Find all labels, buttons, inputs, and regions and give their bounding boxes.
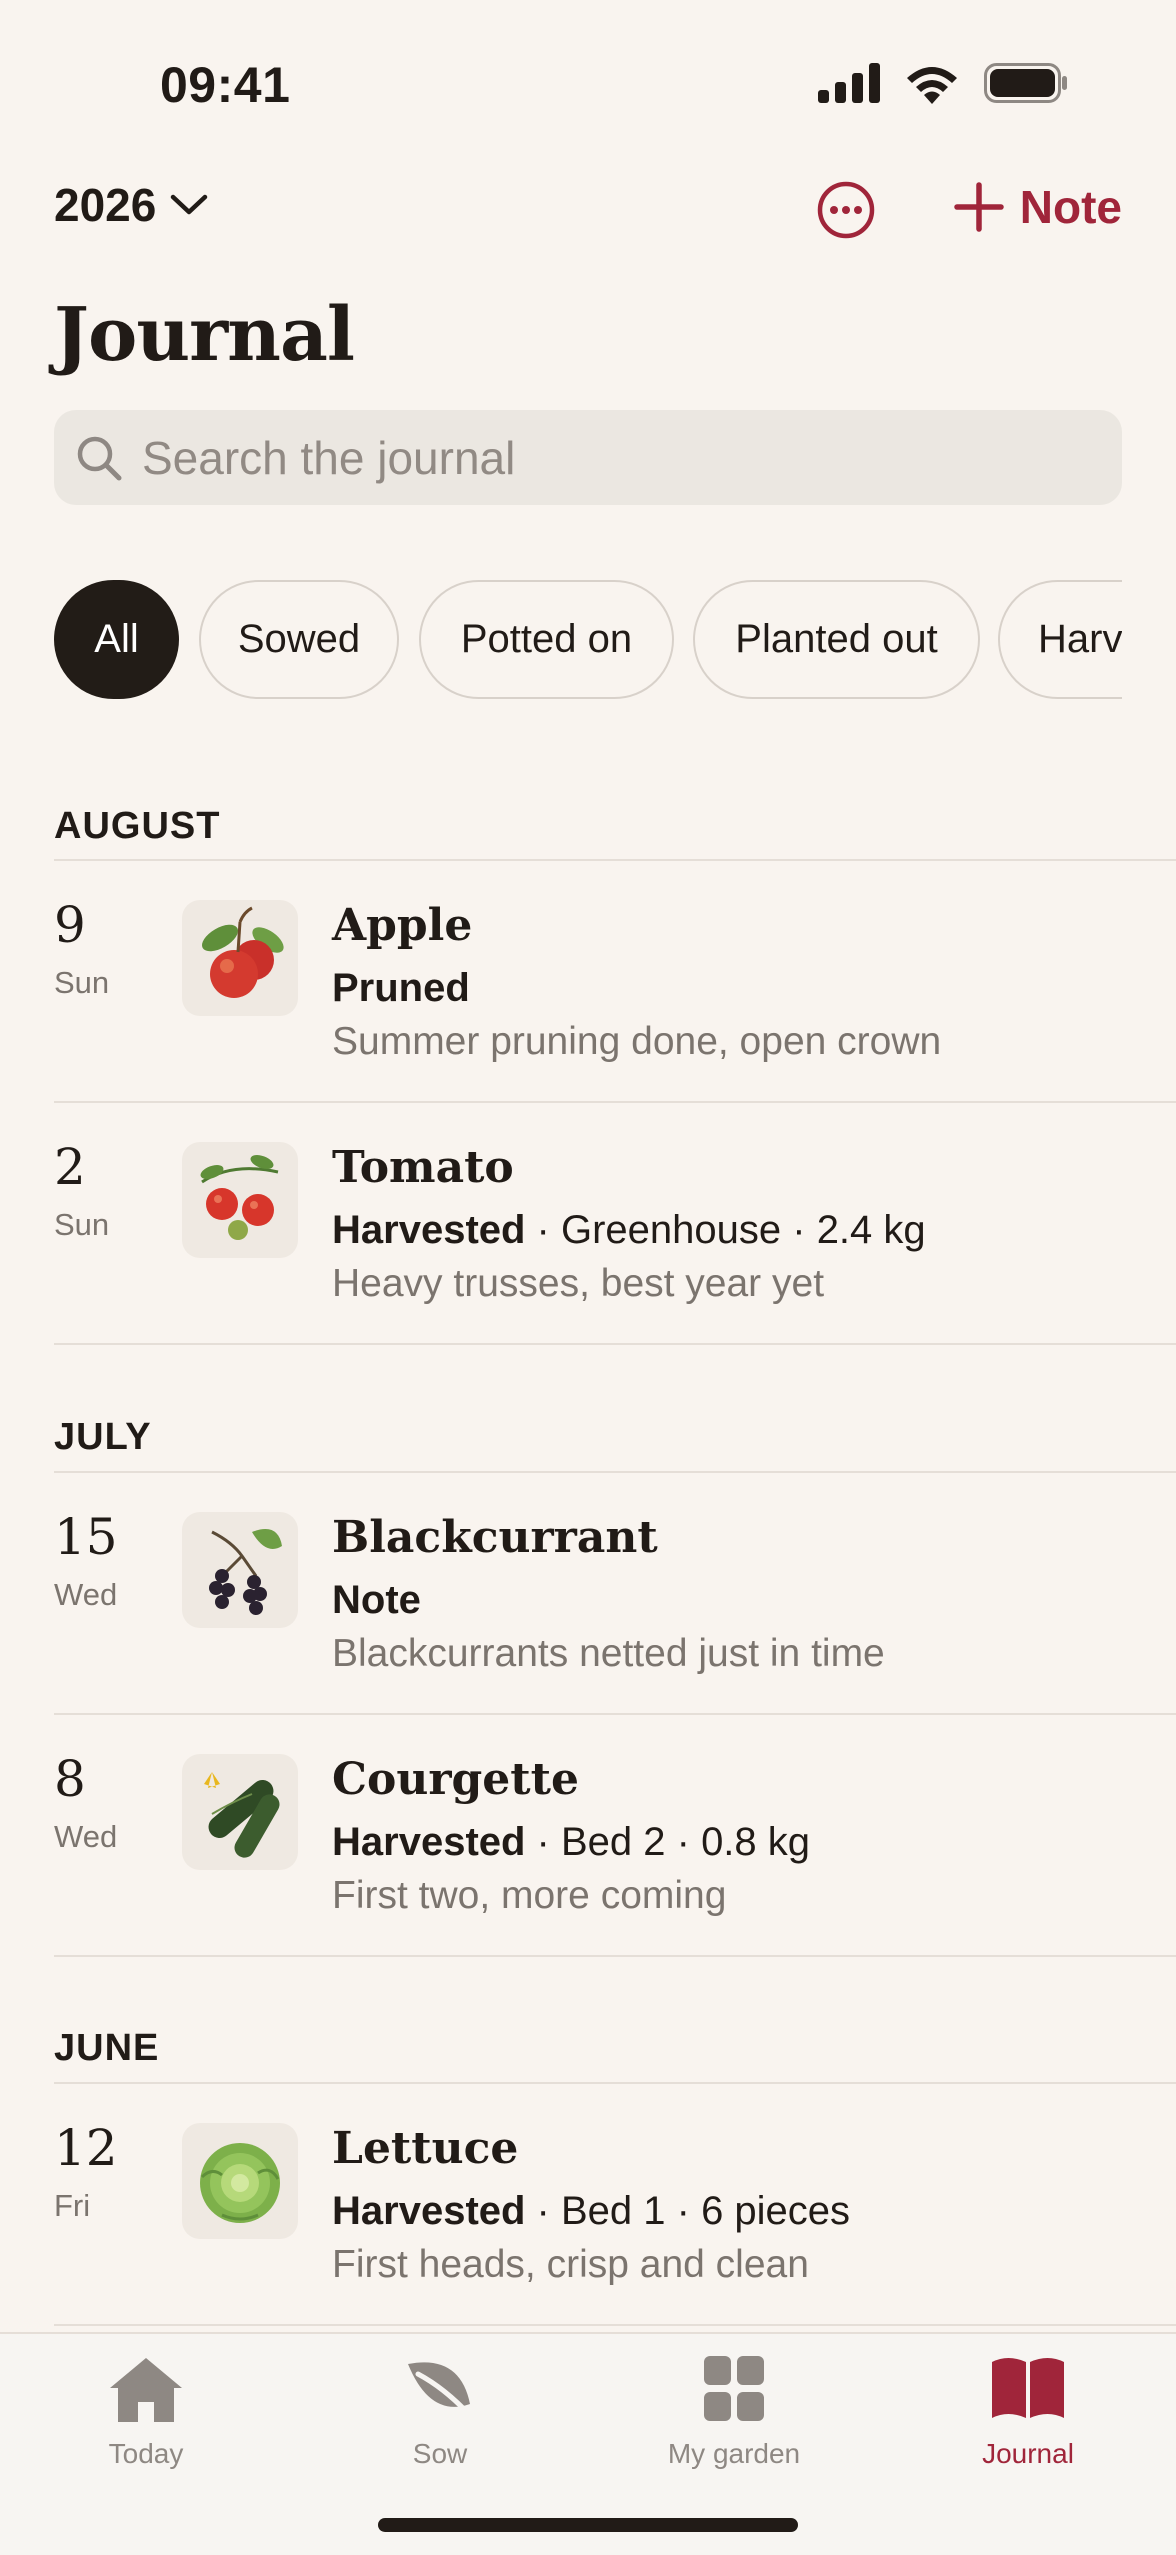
plus-icon [954, 182, 1004, 232]
add-note-button[interactable]: Note [954, 180, 1122, 234]
courgette-icon [182, 1754, 298, 1870]
section-header-july: JULY [54, 1416, 152, 1458]
entry-day: 15 [54, 1508, 118, 1566]
entry-meta: Pruned [332, 966, 470, 1011]
search-bar[interactable] [54, 410, 1122, 505]
year-picker[interactable]: 2026 [54, 178, 208, 232]
entry-note: Summer pruning done, open crown [332, 1020, 942, 1063]
journal-entry[interactable]: 9 Sun Apple Pruned Summer pruning done, … [0, 860, 1176, 1100]
cellular-signal-icon [818, 63, 880, 103]
entry-meta: Harvested · Bed 2 · 0.8 kg [332, 1820, 810, 1865]
entry-details: · Greenhouse · 2.4 kg [525, 1208, 926, 1252]
journal-entry[interactable]: 12 Fri Lettuce Harvested · Bed 1 · 6 pie… [0, 2083, 1176, 2323]
divider [54, 1343, 1176, 1345]
entry-weekday: Wed [54, 1819, 118, 1854]
journal-entry[interactable]: 15 Wed Blackcurrant Note Blackcurrants n… [0, 1472, 1176, 1712]
entry-plant-name: Blackcurrant [332, 1512, 658, 1563]
grid-icon [704, 2356, 764, 2421]
tab-my-garden[interactable]: My garden [624, 2354, 844, 2470]
entry-plant-name: Apple [332, 900, 473, 951]
entry-action: Harvested [332, 2189, 526, 2233]
filter-chip-all[interactable]: All [54, 580, 179, 699]
entry-plant-name: Courgette [332, 1754, 579, 1805]
search-input[interactable] [142, 430, 1042, 485]
entry-weekday: Fri [54, 2188, 91, 2223]
entry-details: · Bed 2 · 0.8 kg [525, 1820, 811, 1864]
lettuce-icon [182, 2123, 298, 2239]
entry-action: Note [332, 1578, 421, 1622]
divider [54, 1955, 1176, 1957]
battery-icon [984, 63, 1067, 103]
entry-day: 12 [54, 2119, 118, 2177]
tab-sow[interactable]: Sow [330, 2354, 550, 2470]
entry-day: 9 [54, 896, 86, 954]
entry-action: Harvested [332, 1820, 526, 1864]
entry-weekday: Sun [54, 1207, 110, 1242]
page-title: Journal [54, 292, 355, 378]
tab-label: Journal [982, 2438, 1074, 2469]
book-icon [992, 2358, 1064, 2418]
filter-chip-potted-on[interactable]: Potted on [419, 580, 674, 699]
entry-note: Blackcurrants netted just in time [332, 1632, 885, 1675]
journal-entry[interactable]: 2 Sun Tomato Harvested · Greenhouse · 2.… [0, 1102, 1176, 1342]
section-header-june: JUNE [54, 2027, 160, 2069]
house-icon [110, 2358, 182, 2422]
tab-label: My garden [667, 2438, 801, 2469]
tab-today[interactable]: Today [36, 2354, 256, 2470]
home-indicator [378, 2518, 798, 2532]
journal-entry[interactable]: 8 Wed Courgette Harvested · Bed 2 · 0.8 … [0, 1714, 1176, 1954]
entry-meta: Harvested · Greenhouse · 2.4 kg [332, 1208, 926, 1253]
leaf-icon [408, 2362, 479, 2425]
filter-chip-sowed[interactable]: Sowed [199, 580, 399, 699]
filter-chip-harvested[interactable]: Harv [998, 580, 1122, 699]
status-icons [818, 62, 1068, 104]
status-bar: 09:41 [0, 0, 1176, 150]
entry-meta: Note [332, 1578, 421, 1623]
entry-day: 2 [54, 1138, 86, 1196]
entry-weekday: Wed [54, 1577, 118, 1612]
blackcurrant-icon [182, 1512, 298, 1628]
search-icon [77, 436, 122, 480]
section-header-august: AUGUST [54, 805, 221, 847]
entry-plant-name: Tomato [332, 1142, 514, 1193]
entry-note: Heavy trusses, best year yet [332, 1262, 825, 1305]
tab-label: Sow [412, 2438, 468, 2469]
apple-icon [182, 900, 298, 1016]
tab-label: Today [108, 2438, 184, 2469]
entry-plant-name: Lettuce [332, 2123, 519, 2174]
entry-action: Harvested [332, 1208, 526, 1252]
status-time: 09:41 [160, 57, 291, 113]
tomato-icon [182, 1142, 298, 1258]
filter-chips: All Sowed Potted on Planted out Harv [54, 580, 1122, 700]
add-note-label: Note [1019, 181, 1122, 233]
tab-journal[interactable]: Journal [918, 2354, 1138, 2470]
entry-note: First two, more coming [332, 1874, 727, 1917]
more-options-button[interactable] [816, 180, 876, 240]
year-label: 2026 [54, 179, 157, 231]
entry-weekday: Sun [54, 965, 110, 1000]
entry-note: First heads, crisp and clean [332, 2243, 809, 2286]
wifi-icon [907, 67, 957, 104]
divider [54, 2324, 1176, 2326]
filter-chip-planted-out[interactable]: Planted out [693, 580, 980, 699]
entry-action: Pruned [332, 966, 470, 1010]
entry-details: · Bed 1 · 6 pieces [525, 2189, 851, 2233]
chevron-down-icon [171, 194, 208, 215]
more-options-icon [817, 181, 875, 239]
entry-day: 8 [54, 1750, 86, 1808]
entry-meta: Harvested · Bed 1 · 6 pieces [332, 2189, 850, 2234]
